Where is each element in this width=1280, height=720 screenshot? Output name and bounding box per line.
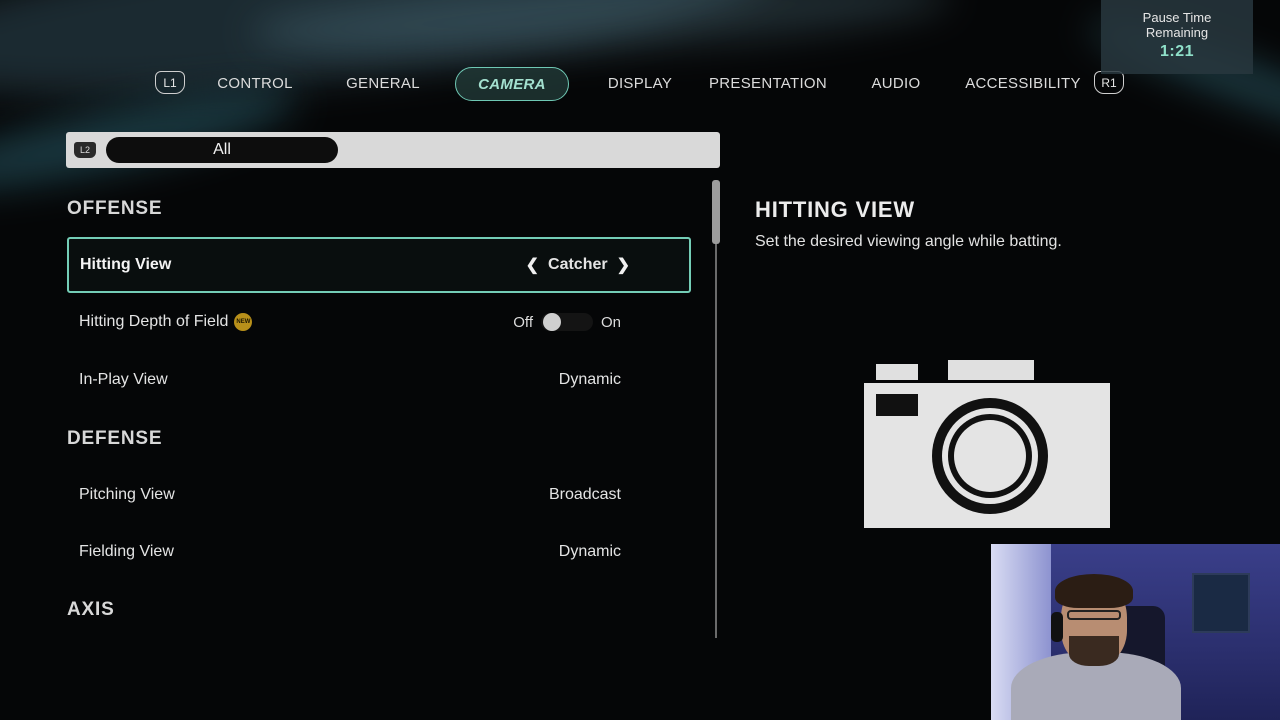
new-badge-icon: NEW	[234, 313, 253, 331]
webcam-person-hair	[1055, 574, 1133, 608]
settings-tab-bar: L1 CONTROL GENERAL CAMERA DISPLAY PRESEN…	[0, 66, 1280, 102]
toggle-on-label: On	[600, 313, 621, 331]
tab-audio[interactable]: AUDIO	[857, 66, 935, 100]
tab-display[interactable]: DISPLAY	[593, 66, 687, 100]
description-text: Set the desired viewing angle while batt…	[755, 233, 1062, 250]
chevron-left-icon[interactable]: ❮	[526, 255, 539, 275]
webcam-person-beard	[1069, 636, 1119, 666]
l1-bumper-button[interactable]: L1	[155, 71, 185, 94]
scrollbar-thumb[interactable]	[712, 180, 720, 244]
pause-timer: Pause Time Remaining 1:21	[1101, 0, 1253, 74]
setting-label: Hitting Depth of Field	[79, 313, 229, 330]
setting-value: Dynamic	[558, 543, 621, 560]
setting-label-wrap: Hitting Depth of Field NEW	[79, 294, 253, 350]
pause-timer-label: Pause Time	[1142, 10, 1212, 25]
tab-control[interactable]: CONTROL	[205, 66, 305, 100]
setting-row-hitting-depth-of-field[interactable]: Hitting Depth of Field NEW Off On	[67, 294, 691, 350]
webcam-overlay	[991, 544, 1280, 720]
setting-label: Fielding View	[79, 543, 174, 560]
section-header-axis: AXIS	[67, 599, 115, 620]
l2-bumper-button[interactable]: L2	[74, 142, 96, 158]
setting-row-in-play-view[interactable]: In-Play View Dynamic	[67, 352, 691, 408]
setting-row-fielding-view[interactable]: Fielding View Dynamic	[67, 524, 691, 580]
setting-row-pitching-view[interactable]: Pitching View Broadcast	[67, 467, 691, 523]
chevron-right-icon[interactable]: ❯	[617, 255, 630, 275]
setting-value: Catcher	[548, 256, 608, 273]
section-header-defense: DEFENSE	[67, 428, 163, 449]
tab-general[interactable]: GENERAL	[334, 66, 432, 100]
setting-label: Pitching View	[79, 486, 175, 503]
setting-value: Broadcast	[548, 486, 621, 503]
toggle-knob	[542, 313, 561, 331]
setting-row-hitting-view[interactable]: Hitting View ❮ Catcher ❯	[67, 237, 691, 293]
tab-presentation[interactable]: PRESENTATION	[705, 66, 831, 100]
description-title: HITTING VIEW	[755, 197, 915, 222]
r1-bumper-button[interactable]: R1	[1094, 71, 1124, 94]
depth-of-field-toggle[interactable]	[540, 313, 593, 331]
scrollbar-track[interactable]	[715, 180, 717, 638]
headset-icon	[1051, 612, 1063, 642]
setting-label: Hitting View	[80, 256, 172, 273]
camera-icon	[864, 360, 1110, 528]
tab-camera[interactable]: CAMERA	[455, 67, 569, 101]
webcam-person-glasses	[1067, 610, 1121, 620]
tab-accessibility[interactable]: ACCESSIBILITY	[964, 66, 1082, 100]
webcam-poster	[1192, 573, 1250, 633]
filter-bar: L2 All	[66, 132, 720, 168]
toggle-off-label: Off	[513, 313, 533, 331]
pause-timer-label: Remaining	[1145, 25, 1209, 40]
setting-label: In-Play View	[79, 371, 168, 388]
filter-all-pill[interactable]: All	[106, 137, 338, 163]
setting-value: Dynamic	[558, 371, 621, 388]
on-off-toggle-group: Off On	[513, 294, 621, 350]
setting-value-selector[interactable]: ❮ Catcher ❯	[517, 239, 639, 291]
section-header-offense: OFFENSE	[67, 198, 163, 219]
pause-timer-value: 1:21	[1159, 43, 1195, 60]
